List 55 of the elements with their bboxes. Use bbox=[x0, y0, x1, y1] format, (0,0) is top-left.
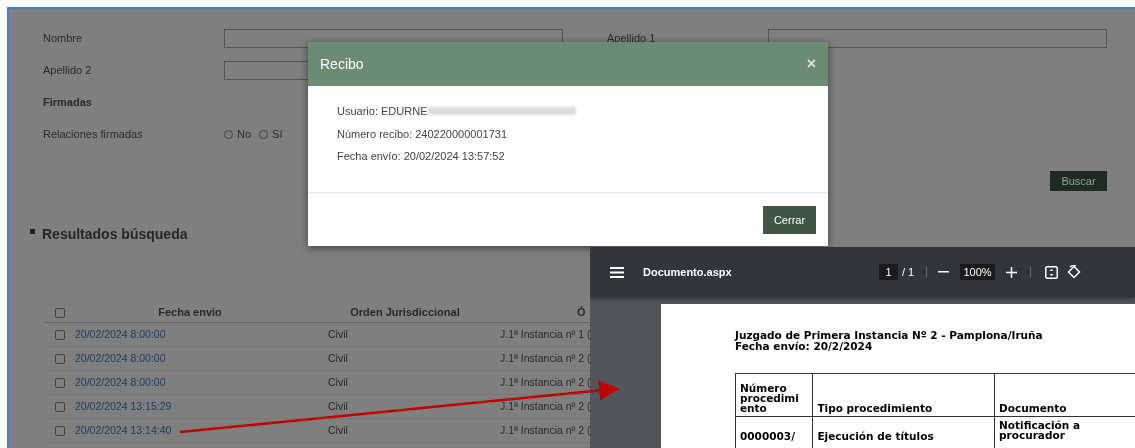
bullet-icon bbox=[30, 229, 35, 234]
section-title: Resultados búsqueda bbox=[42, 225, 188, 244]
dialog-title: Recibo bbox=[320, 54, 364, 74]
field-label: Nombre bbox=[43, 31, 84, 47]
date-link[interactable]: 20/02/2024 8:00:00 bbox=[75, 374, 328, 391]
table-cell-text: Civil bbox=[328, 326, 349, 342]
field-label: Relaciones firmadas bbox=[43, 127, 144, 142]
checkbox[interactable] bbox=[55, 307, 65, 318]
zoom-in-icon[interactable] bbox=[1006, 266, 1017, 278]
rotate-icon[interactable] bbox=[1067, 265, 1081, 279]
checkbox[interactable] bbox=[55, 401, 65, 412]
menu-icon[interactable] bbox=[610, 266, 624, 278]
table-cell-text: J.1ª Instancia nº 2 ( bbox=[500, 398, 591, 414]
document-column-header: Número procedimi ento bbox=[735, 373, 813, 417]
close-dialog-button[interactable]: Cerrar bbox=[763, 206, 816, 234]
checkbox[interactable] bbox=[55, 329, 65, 340]
table-cell-text: Civil bbox=[328, 398, 349, 414]
fit-page-icon[interactable] bbox=[1045, 265, 1058, 279]
table-cell-text: J.1ª Instancia nº 1 ( bbox=[500, 326, 591, 342]
column-header: Fecha envio bbox=[157, 305, 223, 321]
field-label: Apellido 1 bbox=[607, 31, 657, 47]
radio-option[interactable]: Sí bbox=[259, 126, 283, 143]
page-total: / 1 bbox=[902, 264, 916, 280]
date-link[interactable]: 20/02/2024 13:15:29 bbox=[75, 398, 328, 415]
file-name: Documento.aspx bbox=[643, 264, 733, 280]
table-cell-text: Civil bbox=[328, 350, 349, 366]
table-cell-text: Civil bbox=[328, 374, 349, 390]
page-number-field[interactable]: 1 bbox=[879, 264, 898, 280]
document-column-header: Tipo procedimiento bbox=[812, 373, 995, 417]
document-cell: 0000003/ bbox=[735, 416, 813, 448]
checkbox[interactable] bbox=[55, 377, 65, 388]
table-cell-text: J.1ª Instancia nº 2 ( bbox=[500, 422, 591, 438]
field-label: Apellido 2 bbox=[43, 63, 93, 79]
radio-option[interactable]: No bbox=[224, 126, 252, 143]
column-header: Orden Jurisdiccional bbox=[349, 305, 461, 321]
checkbox[interactable] bbox=[55, 425, 65, 436]
zoom-field[interactable]: 100% bbox=[960, 264, 995, 280]
document-heading: Juzgado de Primera Instancia Nº 2 - Pamplona/Iruña bbox=[735, 330, 1043, 341]
section-label: Firmadas bbox=[43, 95, 92, 110]
checkbox[interactable] bbox=[55, 353, 65, 364]
date-link[interactable]: 20/02/2024 8:00:00 bbox=[75, 326, 328, 343]
dialog-text: Usuario: EDURNE bbox=[337, 104, 428, 119]
search-button[interactable]: Buscar bbox=[1050, 171, 1107, 191]
date-link[interactable]: 20/02/2024 13:14:40 bbox=[75, 422, 328, 439]
document-column-header: Documento bbox=[994, 373, 1135, 417]
table-cell-text: J.1ª Instancia nº 2 ( bbox=[500, 374, 591, 390]
column-header: Ó bbox=[577, 305, 586, 321]
close-button[interactable]: × bbox=[806, 52, 816, 76]
dialog-text: Número recibo: 240220000001731 bbox=[337, 126, 509, 142]
date-link[interactable]: 20/02/2024 8:00:00 bbox=[75, 350, 328, 367]
document-heading: Fecha envío: 20/2/2024 bbox=[735, 341, 874, 352]
input-field[interactable] bbox=[768, 29, 1107, 48]
dialog-text: Fecha envío: 20/02/2024 13:57:52 bbox=[337, 149, 506, 164]
table-cell-text: Civil bbox=[328, 422, 349, 438]
table-cell-text: J.1ª Instancia nº 2 ( bbox=[500, 350, 591, 366]
